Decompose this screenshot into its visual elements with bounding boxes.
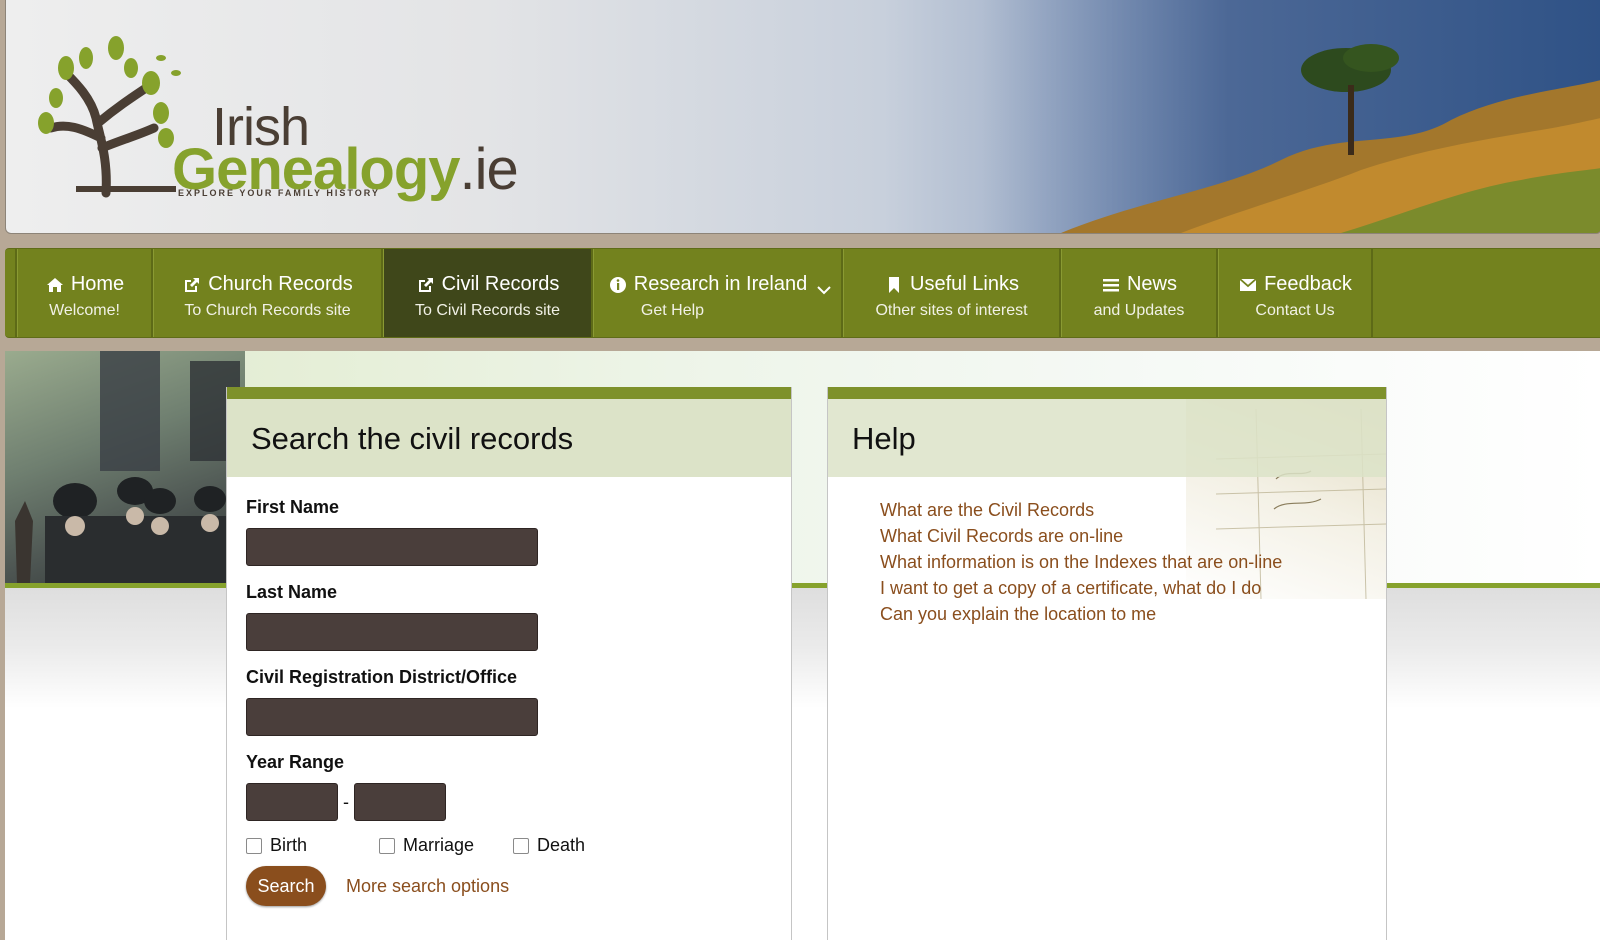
help-heading: Help [828,399,1386,477]
envelope-icon [1239,277,1257,291]
search-form: First Name Last Name Civil Registration … [227,477,791,926]
year-range: - [246,783,772,821]
nav-item-subtitle: Welcome! [49,302,120,319]
nav-item-subtitle: and Updates [1093,302,1185,319]
district-input[interactable] [246,698,538,736]
year-separator: - [343,791,349,812]
site-logo[interactable]: Irish Genealogy.ie EXPLORE YOUR FAMILY H… [36,28,519,208]
chevron-down-icon [817,286,831,295]
external-link-icon [185,277,200,292]
first-name-input[interactable] [246,528,538,566]
nav-item-church-records[interactable]: Church Records To Church Records site [153,249,383,337]
home-icon [46,277,63,292]
header-landscape-image [981,0,1600,233]
record-type-checkboxes: Birth Marriage Death [246,835,772,856]
logo-tagline: EXPLORE YOUR FAMILY HISTORY [178,188,380,198]
nav-item-subtitle: Get Help [640,302,705,319]
search-panel: Search the civil records First Name Last… [226,387,792,940]
nav-item-title: Useful Links [910,273,1019,295]
site-header: Irish Genealogy.ie EXPLORE YOUR FAMILY H… [5,0,1600,234]
nav-item-civil-records[interactable]: Civil Records To Civil Records site [383,249,593,337]
search-actions: Search More search options [246,866,772,906]
marriage-checkbox[interactable]: Marriage [379,835,513,856]
help-link-index-information[interactable]: What information is on the Indexes that … [880,549,1334,575]
nav-item-title: News [1126,273,1177,295]
nav-item-subtitle: Other sites of interest [875,302,1028,319]
external-link-icon [418,277,433,292]
nav-item-title: Church Records [208,273,353,295]
year-range-label: Year Range [246,752,345,772]
help-link-explain-location[interactable]: Can you explain the location to me [880,601,1334,627]
more-search-options-link[interactable]: More search options [346,876,509,897]
main-nav: Home Welcome! Church Records To Church R… [5,248,1600,338]
historic-photo-image [5,351,245,583]
list-icon [1102,278,1119,291]
people-photo-icon [15,351,245,583]
panel-topbar [828,387,1386,399]
nav-item-title: Feedback [1264,273,1352,295]
help-links: What are the Civil Records What Civil Re… [828,477,1386,647]
checkbox-box[interactable] [379,837,395,854]
checkbox-box[interactable] [513,837,529,854]
nav-item-useful-links[interactable]: Useful Links Other sites of interest [843,249,1061,337]
nav-item-subtitle: To Civil Records site [415,302,560,319]
search-button[interactable]: Search [246,866,326,906]
nav-item-title: Research in Ireland [633,273,808,295]
birth-checkbox[interactable]: Birth [246,835,379,856]
checkbox-label: Death [537,835,586,855]
help-link-records-online[interactable]: What Civil Records are on-line [880,523,1334,549]
nav-item-home[interactable]: Home Welcome! [17,249,153,337]
checkbox-label: Marriage [403,835,475,855]
tree-logo-icon [38,36,181,198]
nav-edge [5,249,17,337]
year-to-input[interactable] [354,783,446,821]
nav-item-title: Home [70,273,125,295]
first-name-label: First Name [246,497,340,517]
help-link-what-are-civil-records[interactable]: What are the Civil Records [880,497,1334,523]
nav-item-feedback[interactable]: Feedback Contact Us [1218,249,1373,337]
nav-item-subtitle: Contact Us [1255,302,1335,319]
help-link-get-certificate[interactable]: I want to get a copy of a certificate, w… [880,575,1334,601]
year-from-input[interactable] [246,783,338,821]
info-icon [609,276,626,293]
main-content: Search the civil records First Name Last… [5,351,1600,940]
nav-item-research-in-ireland[interactable]: Research in Ireland Get Help [593,249,843,337]
death-checkbox[interactable]: Death [513,835,585,856]
checkbox-box[interactable] [246,837,262,854]
help-panel: Help What are the Civil Records What Civ… [827,387,1387,940]
bookmark-icon [889,276,900,293]
last-name-input[interactable] [246,613,538,651]
nav-item-title: Civil Records [441,273,560,295]
district-label: Civil Registration District/Office [246,667,518,687]
nav-item-subtitle: To Church Records site [184,302,351,319]
nav-item-news[interactable]: News and Updates [1061,249,1218,337]
panel-topbar [227,387,791,399]
last-name-label: Last Name [246,582,338,602]
checkbox-label: Birth [270,835,308,855]
search-heading: Search the civil records [227,399,791,477]
logo-domain-suffix: .ie [459,137,519,202]
